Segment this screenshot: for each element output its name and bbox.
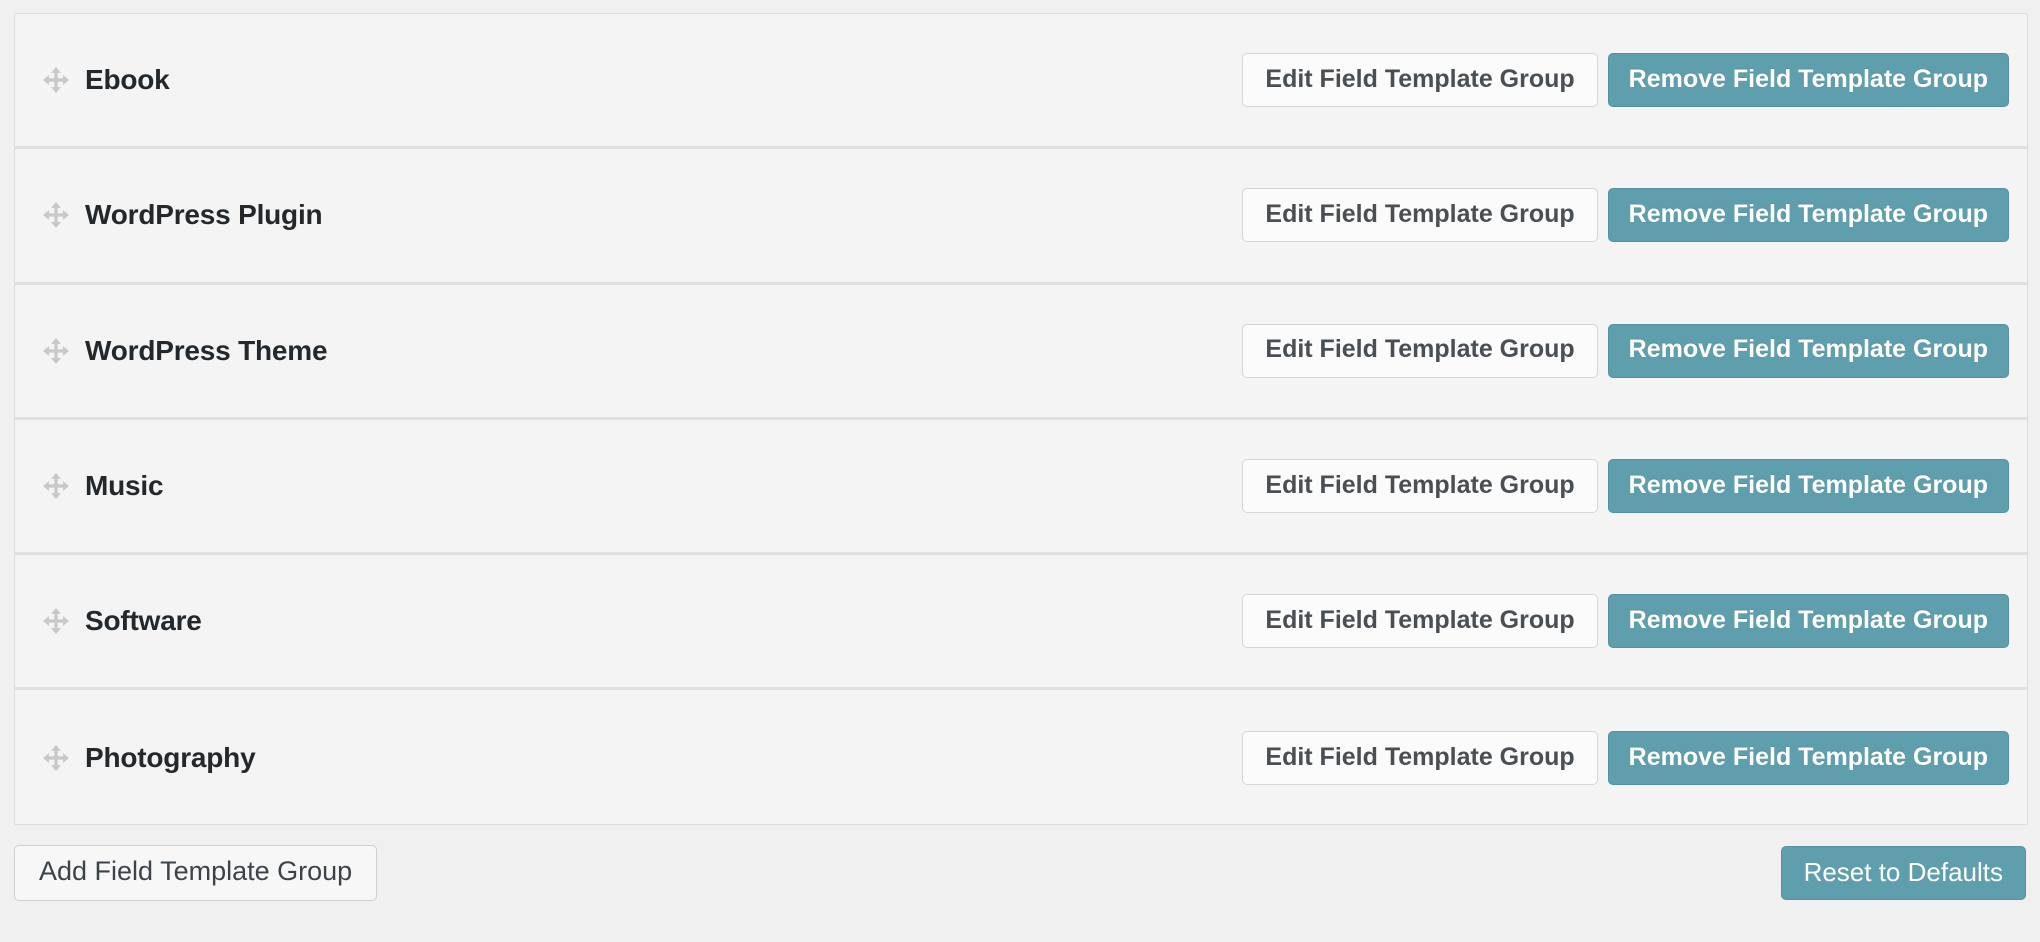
page-root: Ebook Edit Field Template Group Remove Fie… <box>0 0 2040 942</box>
row-action-buttons: Edit Field Template Group Remove Field Te… <box>1242 188 2009 243</box>
move-arrows-icon[interactable] <box>41 606 71 636</box>
move-arrows-icon[interactable] <box>41 471 71 501</box>
row-action-buttons: Edit Field Template Group Remove Field Te… <box>1242 53 2009 108</box>
add-field-template-group-button[interactable]: Add Field Template Group <box>14 845 378 901</box>
reset-to-defaults-button[interactable]: Reset to Defaults <box>1780 846 2026 900</box>
group-name-label: Ebook <box>85 64 170 96</box>
table-row: WordPress Theme Edit Field Template Group… <box>15 284 2027 420</box>
edit-field-template-group-button[interactable]: Edit Field Template Group <box>1242 188 1598 243</box>
table-row: Ebook Edit Field Template Group Remove Fie… <box>15 14 2027 150</box>
remove-field-template-group-button[interactable]: Remove Field Template Group <box>1607 188 2009 243</box>
group-name-label: Photography <box>85 742 256 774</box>
group-name-label: Music <box>85 470 164 502</box>
edit-field-template-group-button[interactable]: Edit Field Template Group <box>1242 53 1598 108</box>
remove-field-template-group-button[interactable]: Remove Field Template Group <box>1607 594 2009 649</box>
edit-field-template-group-button[interactable]: Edit Field Template Group <box>1242 594 1598 649</box>
remove-field-template-group-button[interactable]: Remove Field Template Group <box>1607 53 2009 108</box>
edit-field-template-group-button[interactable]: Edit Field Template Group <box>1242 323 1598 378</box>
row-action-buttons: Edit Field Template Group Remove Field Te… <box>1242 731 2009 786</box>
group-name-label: WordPress Theme <box>85 334 328 366</box>
remove-field-template-group-button[interactable]: Remove Field Template Group <box>1607 731 2009 786</box>
row-action-buttons: Edit Field Template Group Remove Field Te… <box>1242 459 2009 514</box>
move-arrows-icon[interactable] <box>41 336 71 366</box>
field-template-group-list: Ebook Edit Field Template Group Remove Fie… <box>14 13 2028 825</box>
group-name-label: WordPress Plugin <box>85 199 323 231</box>
table-row: Software Edit Field Template Group Remove … <box>15 555 2027 691</box>
move-arrows-icon[interactable] <box>41 65 71 95</box>
remove-field-template-group-button[interactable]: Remove Field Template Group <box>1607 459 2009 514</box>
table-row: Photography Edit Field Template Group Remo… <box>15 690 2027 824</box>
footer-actions: Add Field Template Group Reset to Defaul… <box>14 841 2028 905</box>
table-row: Music Edit Field Template Group Remove Fie… <box>15 419 2027 556</box>
edit-field-template-group-button[interactable]: Edit Field Template Group <box>1242 731 1598 786</box>
table-row: WordPress Plugin Edit Field Template Grou… <box>15 149 2027 285</box>
row-action-buttons: Edit Field Template Group Remove Field Te… <box>1242 594 2009 649</box>
move-arrows-icon[interactable] <box>41 200 71 230</box>
group-name-label: Software <box>85 605 202 637</box>
move-arrows-icon[interactable] <box>41 743 71 773</box>
row-action-buttons: Edit Field Template Group Remove Field Te… <box>1242 323 2009 378</box>
edit-field-template-group-button[interactable]: Edit Field Template Group <box>1242 459 1598 514</box>
remove-field-template-group-button[interactable]: Remove Field Template Group <box>1607 323 2009 378</box>
